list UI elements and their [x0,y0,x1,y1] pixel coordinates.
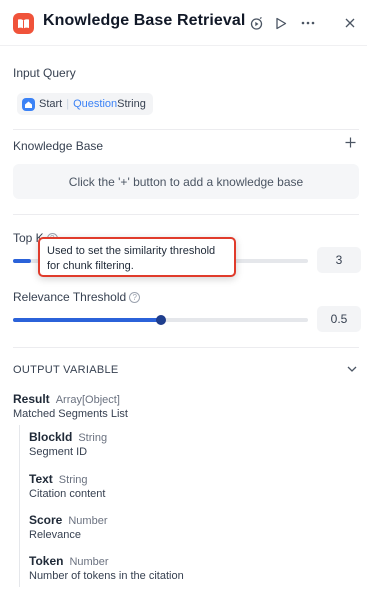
output-field-type: Number [68,515,108,527]
chip-separator: | [66,98,70,110]
close-icon[interactable] [340,13,360,33]
output-field-name: Token [29,554,64,568]
chip-variable-type: String [117,98,146,110]
output-field-row: Text String [29,470,88,488]
output-field-description: Number of tokens in the citation [29,570,184,582]
output-field-row: Score Number [29,511,107,529]
output-field-description: Segment ID [29,446,88,458]
section-divider [13,129,359,130]
run-step-icon[interactable] [246,13,266,33]
output-field-type: Number [69,556,109,568]
output-field-row: BlockId String [29,428,107,446]
output-field-name: Text [29,472,53,486]
output-field-description: Relevance [29,529,81,541]
book-icon [13,13,34,34]
top-k-value-input[interactable]: 3 [317,247,361,273]
output-result-row: Result Array[Object] [13,390,120,408]
output-field-description: Citation content [29,488,106,500]
play-icon[interactable] [271,13,291,33]
output-field-type: String [58,474,88,486]
output-field-name: Score [29,513,63,527]
help-icon[interactable]: ? [129,292,141,303]
home-icon [22,97,35,111]
chip-variable-name: Question [73,98,118,110]
output-result-name: Result [13,392,50,406]
more-icon[interactable] [298,13,318,33]
output-field-row: Token Number [29,552,109,570]
output-variable-title: OUTPUT VARIABLE [13,364,119,376]
output-result-description: Matched Segments List [13,408,128,420]
plus-icon [345,137,355,148]
section-divider [13,347,359,348]
relevance-threshold-slider-fill [13,318,161,322]
relevance-threshold-label-text: Relevance Threshold [13,290,127,304]
chevron-down-icon[interactable] [346,362,360,376]
input-query-label: Input Query [13,66,76,80]
output-result-type: Array[Object] [55,394,120,406]
chip-node-name: Start [39,98,63,110]
knowledge-base-empty-state: Click the '+' button to add a knowledge … [13,164,359,199]
tree-guide-line [19,425,20,587]
top-k-tooltip: Used to set the similarity threshold for… [38,237,236,277]
relevance-threshold-slider-thumb[interactable] [155,315,166,325]
add-knowledge-base-button[interactable] [343,137,357,151]
input-variable-chip[interactable]: Start | Question String [17,93,153,115]
panel-header: Knowledge Base Retrieval [0,0,367,46]
section-divider [13,214,359,215]
relevance-threshold-label: Relevance Threshold? [13,290,141,304]
output-field-name: BlockId [29,430,73,444]
relevance-threshold-value-input[interactable]: 0.5 [317,306,361,332]
output-field-type: String [78,432,108,444]
top-k-slider-fill [13,259,31,263]
knowledge-base-label: Knowledge Base [13,139,104,153]
panel-title: Knowledge Base Retrieval [43,12,246,29]
